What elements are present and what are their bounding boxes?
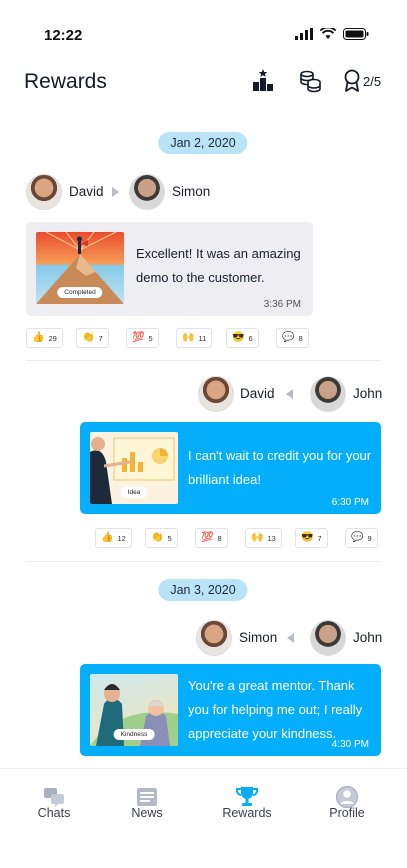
tab-news[interactable]: News <box>107 769 187 839</box>
direction-arrow-icon <box>112 187 119 197</box>
wifi-icon <box>320 28 336 39</box>
divider <box>26 561 381 562</box>
recipient-name: John <box>353 386 383 401</box>
image-tag: Idea <box>120 487 148 498</box>
reaction-count: 9 <box>367 533 372 543</box>
reaction-hundred[interactable]: 💯 8 <box>195 528 228 548</box>
tab-label: Chats <box>37 806 71 820</box>
reaction-count: 8 <box>217 533 222 543</box>
rewards-feed[interactable]: Jan 2, 2020 David Simon Completed Excell… <box>0 118 407 768</box>
avatar[interactable] <box>129 174 165 210</box>
reward-image: Idea <box>90 432 178 504</box>
signal-icon <box>295 28 313 40</box>
reaction-raised-hands[interactable]: 🙌 11 <box>176 328 213 348</box>
battery-icon <box>343 28 369 40</box>
tab-chats[interactable]: Chats <box>14 769 94 839</box>
reaction-hundred[interactable]: 💯 5 <box>126 328 159 348</box>
message-time: 4:30 PM <box>331 739 369 750</box>
sunglasses-icon: 😎 <box>232 332 245 343</box>
status-time: 12:22 <box>44 27 83 44</box>
status-bar: 12:22 <box>0 0 407 60</box>
reaction-count: 6 <box>248 333 253 343</box>
sunglasses-icon: 😎 <box>301 532 314 543</box>
raised-hands-icon: 🙌 <box>182 332 195 343</box>
reaction-count: 7 <box>317 533 322 543</box>
clap-icon: 👏 <box>151 532 164 543</box>
leaderboard-icon[interactable] <box>250 68 276 94</box>
reaction-thumbs-up[interactable]: 👍 29 <box>26 328 63 348</box>
avatar[interactable] <box>198 376 234 412</box>
reaction-count: 8 <box>298 333 303 343</box>
reward-card[interactable]: Kindness You're a great mentor. Thank yo… <box>80 664 381 756</box>
image-tag: Kindness <box>113 729 155 740</box>
thumbs-up-icon: 👍 <box>101 532 114 543</box>
tab-label: News <box>131 806 163 820</box>
reaction-cool[interactable]: 😎 6 <box>226 328 259 348</box>
direction-arrow-icon <box>286 389 293 399</box>
app-header: Rewards 2/5 <box>0 60 407 110</box>
reward-count: 2/5 <box>363 74 382 89</box>
tab-rewards[interactable]: Rewards <box>207 769 287 839</box>
thumbs-up-icon: 👍 <box>32 332 45 343</box>
message-text: You're a great mentor. Thank you for hel… <box>188 678 363 741</box>
date-separator: Jan 3, 2020 <box>158 579 248 601</box>
sender-name: David <box>69 184 104 199</box>
avatar[interactable] <box>310 620 346 656</box>
reaction-count: 11 <box>198 333 207 343</box>
sender-name: Simon <box>239 630 278 645</box>
speech-bubble-icon: 💬 <box>351 532 364 543</box>
hundred-icon: 💯 <box>201 532 214 543</box>
clap-icon: 👏 <box>82 332 95 343</box>
image-tag: Completed <box>57 287 103 298</box>
bottom-tab-bar: Chats News Rewards Profile <box>0 768 407 868</box>
message-time: 3:36 PM <box>263 299 301 310</box>
status-icons <box>295 28 369 40</box>
reaction-count: 7 <box>98 333 103 343</box>
tab-label: Profile <box>329 806 365 820</box>
hundred-icon: 💯 <box>132 332 145 343</box>
recipient-name: Simon <box>172 184 211 199</box>
avatar[interactable] <box>26 174 62 210</box>
date-separator: Jan 2, 2020 <box>158 132 248 154</box>
reaction-thumbs-up[interactable]: 👍 12 <box>95 528 132 548</box>
reaction-comment[interactable]: 💬 8 <box>276 328 309 348</box>
recipient-name: John <box>353 630 383 645</box>
reaction-count: 5 <box>148 333 153 343</box>
message-text: Excellent! It was an amazing demo to the… <box>136 246 301 285</box>
avatar[interactable] <box>196 620 232 656</box>
sender-name: David <box>240 386 275 401</box>
reaction-clap[interactable]: 👏 7 <box>76 328 109 348</box>
reaction-count: 29 <box>48 333 57 343</box>
avatar[interactable] <box>310 376 346 412</box>
reward-card[interactable]: Idea I can't wait to credit you for your… <box>80 422 381 514</box>
reward-image: Completed <box>36 232 124 304</box>
reaction-clap[interactable]: 👏 5 <box>145 528 178 548</box>
reaction-count: 5 <box>167 533 172 543</box>
reaction-raised-hands[interactable]: 🙌 13 <box>245 528 282 548</box>
raised-hands-icon: 🙌 <box>251 532 264 543</box>
speech-bubble-icon: 💬 <box>282 332 295 343</box>
message-text: I can't wait to credit you for your bril… <box>188 448 372 487</box>
tab-profile[interactable]: Profile <box>307 769 387 839</box>
coins-icon[interactable] <box>297 68 323 94</box>
reward-image: Kindness <box>90 674 178 746</box>
direction-arrow-icon <box>287 633 294 643</box>
reaction-cool[interactable]: 😎 7 <box>295 528 328 548</box>
award-ribbon-icon[interactable] <box>341 68 363 94</box>
reaction-count: 13 <box>267 533 276 543</box>
reaction-count: 12 <box>117 533 126 543</box>
divider <box>26 360 381 361</box>
page-title: Rewards <box>24 70 107 93</box>
tab-label: Rewards <box>222 806 272 820</box>
reaction-comment[interactable]: 💬 9 <box>345 528 378 548</box>
reward-card[interactable]: Completed Excellent! It was an amazing d… <box>26 222 313 316</box>
message-time: 6:30 PM <box>331 497 369 508</box>
